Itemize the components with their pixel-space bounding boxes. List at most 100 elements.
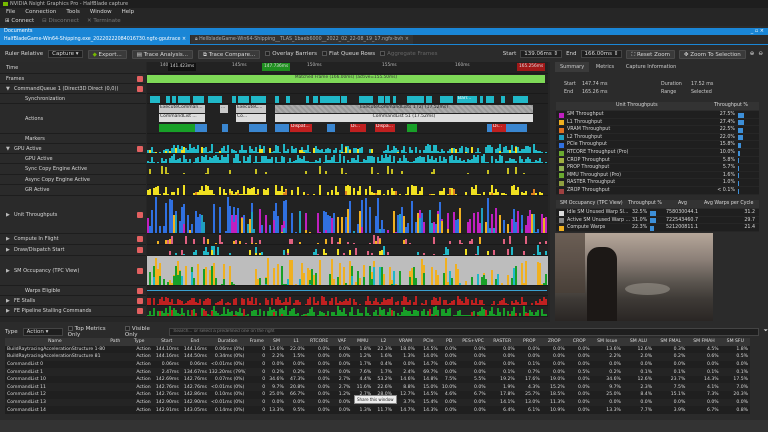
top-metrics-checkbox[interactable]: Top Metrics Only xyxy=(67,325,120,338)
column-header[interactable]: SM FMAH xyxy=(687,338,721,346)
column-header[interactable]: ZROP xyxy=(541,338,567,346)
track-label-row[interactable]: GR Active xyxy=(0,185,146,196)
menu-tools[interactable]: Tools xyxy=(66,8,80,17)
track-block[interactable] xyxy=(368,96,374,103)
collapsed-arrow-icon[interactable]: ▶ xyxy=(6,236,14,242)
track-color-swatch[interactable] xyxy=(137,297,143,304)
track-block[interactable] xyxy=(285,96,290,103)
menu-help[interactable]: Help xyxy=(122,8,135,17)
track-block[interactable] xyxy=(179,96,182,103)
track-label-row[interactable]: ▶ Compute In Flight xyxy=(0,234,146,245)
tab-capture-information[interactable]: Capture Information xyxy=(621,62,681,72)
unit-throughput-row[interactable]: L2 Throughput 22.0% xyxy=(556,133,759,142)
menu-window[interactable]: Window xyxy=(90,8,112,17)
tab-bvh[interactable]: 🔒︎ HellbladeGame-Win64-Shipping__TLAS_1b… xyxy=(190,35,413,44)
command-list-block[interactable]: CommandList ... xyxy=(159,114,205,122)
window-controls[interactable]: _ ▫ × xyxy=(751,28,764,35)
track-warps-eligible[interactable] xyxy=(147,286,548,296)
menu-connection[interactable]: Connection xyxy=(25,8,56,17)
search-input[interactable] xyxy=(169,327,759,336)
track-async-copy-engine-active[interactable] xyxy=(147,175,548,185)
track-block[interactable] xyxy=(172,96,177,103)
column-header[interactable]: Name xyxy=(5,338,105,346)
table-row[interactable]: CommandList 14 Action 142.91ms 143.05ms 0.14… xyxy=(5,406,750,414)
track-block[interactable] xyxy=(274,96,279,103)
dispatch-block[interactable]: Dispat... xyxy=(290,124,312,132)
track-block[interactable] xyxy=(342,96,345,103)
unit-throughput-row[interactable]: SM Throughput 27.5% xyxy=(556,111,759,119)
track-block[interactable] xyxy=(182,96,191,103)
track-block[interactable] xyxy=(306,96,309,103)
track-block[interactable] xyxy=(359,96,367,103)
expanded-arrow-icon[interactable]: ▼ xyxy=(6,86,14,92)
table-row[interactable]: CommandList 11 Action 142.76ms 142.76ms <0.0… xyxy=(5,383,750,392)
timeline-panel[interactable]: Time140ms145ms150ms155ms160ms141.423ms14… xyxy=(0,62,550,322)
track-block[interactable] xyxy=(156,96,160,103)
overlay-barriers-checkbox[interactable]: Overlay Barriers xyxy=(265,51,317,57)
time-cursor-marker[interactable]: 165.256ms xyxy=(517,63,546,71)
track-block[interactable] xyxy=(150,96,157,103)
track-label-row[interactable]: ▼ CommandQueue 1 (Direct3D Direct (0,0)) xyxy=(0,84,146,94)
track-block[interactable] xyxy=(327,96,335,103)
track-label-row[interactable]: Async Copy Engine Active xyxy=(0,175,146,185)
track-label-row[interactable]: ▼ GPU Active xyxy=(0,144,146,154)
track-synchronization[interactable]: Barr... xyxy=(147,94,548,104)
column-header[interactable]: VRAM xyxy=(394,338,417,346)
track-label-row[interactable]: Actions xyxy=(0,104,146,134)
track-gpu-active[interactable] xyxy=(147,154,548,164)
column-header[interactable]: Start xyxy=(152,338,181,346)
track-label-row[interactable]: ▶ Draw/Dispatch Start xyxy=(0,245,146,256)
table-row[interactable]: BuildRaytracingAccelerationStructure 1-8… xyxy=(5,345,750,354)
unit-throughput-row[interactable]: RTCORE Throughput (Pro) 10.0% xyxy=(556,149,759,157)
track-label-row[interactable]: Time xyxy=(0,62,146,74)
unit-throughput-row[interactable]: L1 Throughput 27.4% xyxy=(556,118,759,127)
occupancy-header[interactable]: SM Occupancy (TPC View) Throughput % Avg… xyxy=(556,200,759,208)
unit-throughput-row[interactable]: PROP Throughput 5.7% xyxy=(556,164,759,172)
action-block[interactable] xyxy=(327,124,335,132)
collapsed-arrow-icon[interactable]: ▶ xyxy=(6,212,14,218)
unit-throughputs-header[interactable]: Unit Throughputs Throughput % xyxy=(556,102,759,110)
type-select[interactable]: Action ▾ xyxy=(22,327,63,336)
occupancy-row[interactable]: Active SM Unused Warp ... 31.0% 722543460.… xyxy=(556,216,759,225)
track-fe-stalls[interactable] xyxy=(147,296,548,306)
column-header[interactable]: SM ALU xyxy=(622,338,655,346)
column-header[interactable]: CROP xyxy=(566,338,592,346)
track-compute-in-flight[interactable] xyxy=(147,234,548,245)
unit-throughput-row[interactable]: VRAM Throughput 22.5% xyxy=(556,126,759,134)
track-block[interactable] xyxy=(426,96,433,103)
track-unit-throughputs[interactable] xyxy=(147,196,548,234)
unit-throughput-row[interactable]: MMU Throughput (Pro) 1.6% xyxy=(556,171,759,180)
track-color-swatch[interactable] xyxy=(137,308,143,314)
track-label-row[interactable]: ▶ FE Stalls xyxy=(0,296,146,306)
column-header[interactable]: Frame xyxy=(246,338,268,346)
time-ruler[interactable]: 140ms145ms150ms155ms160ms141.423ms147.73… xyxy=(147,62,548,74)
track-draw-dispatch-start[interactable] xyxy=(147,245,548,256)
track-label-row[interactable]: Frames xyxy=(0,74,146,84)
track-block[interactable] xyxy=(486,96,494,103)
column-header[interactable]: Duration xyxy=(208,338,247,346)
table-row[interactable]: CommandList 1 Action 2.47ms 134.67ms 132.20m… xyxy=(5,368,750,376)
column-header[interactable]: SM xyxy=(267,338,286,346)
track-block[interactable] xyxy=(442,96,449,103)
track-block[interactable] xyxy=(501,96,505,103)
track-gpu-active[interactable] xyxy=(147,144,548,154)
action-block[interactable]: ExecuteCommandLists 1 (2) (17.52ms) xyxy=(275,105,533,113)
action-block[interactable]: ExecuteComman... xyxy=(159,105,205,113)
collapsed-arrow-icon[interactable]: ▶ xyxy=(6,247,14,253)
sync-barrier-block[interactable]: Barr... xyxy=(457,96,477,103)
occupancy-row[interactable]: Idle SM Unused Warp Sl... 32.5% 758030044.… xyxy=(556,209,759,217)
column-header[interactable]: VAF xyxy=(331,338,353,346)
command-list-block[interactable]: Co... xyxy=(236,114,266,122)
connect-button[interactable]: ⊞ Connect xyxy=(5,17,34,26)
track-color-swatch[interactable] xyxy=(137,211,143,218)
collapsed-arrow-icon[interactable]: ▶ xyxy=(6,268,14,274)
track-label-row[interactable]: Warps Eligible xyxy=(0,286,146,296)
track-color-swatch[interactable] xyxy=(137,85,143,92)
visible-only-checkbox[interactable]: Visible Only xyxy=(124,325,164,338)
column-header[interactable]: PCIe xyxy=(416,338,440,346)
track-block[interactable] xyxy=(513,96,521,103)
menu-file[interactable]: File xyxy=(6,8,15,17)
column-header[interactable]: SM Issue xyxy=(591,338,623,346)
collapsed-arrow-icon[interactable]: ▶ xyxy=(6,308,14,314)
column-header[interactable]: PROP xyxy=(516,338,542,346)
